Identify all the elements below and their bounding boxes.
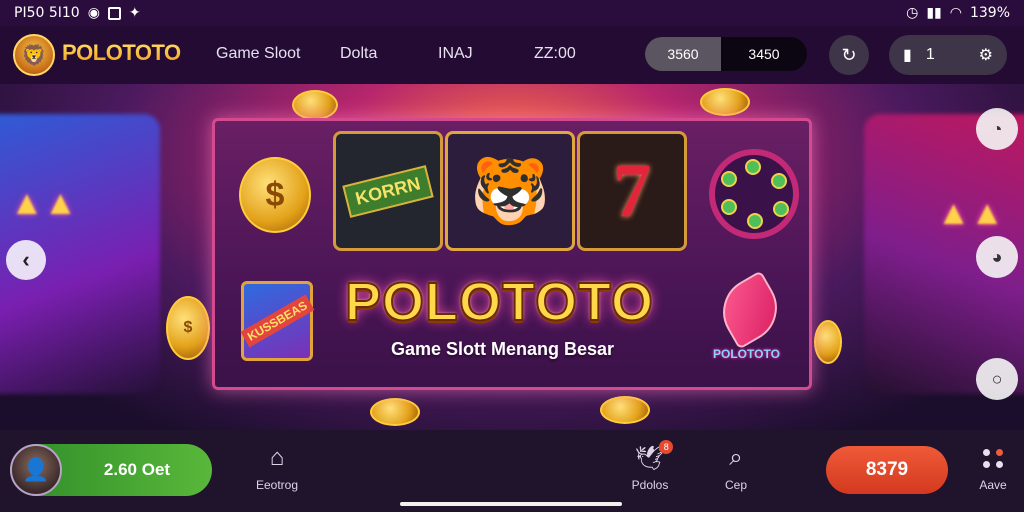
reel-slot-3: 7: [577, 131, 687, 251]
bird-icon: 🕊 8: [635, 440, 674, 472]
signal-icon: ▮▮: [926, 5, 942, 21]
chip-wheel-icon: [709, 149, 799, 239]
tab-search[interactable]: ⌕ Cep: [696, 444, 776, 492]
top-header: 🦁 POLOTOTO Game Sloot Dolta INAJ ZZ:00 3…: [0, 26, 1024, 84]
tab-label: Aave: [979, 478, 1007, 492]
wifi-icon: ◠: [949, 5, 962, 21]
tab-home[interactable]: ⌂ Eeotrog: [237, 444, 317, 492]
coin-icon: [600, 396, 650, 424]
tab-label: Cep: [724, 478, 747, 492]
reel-slot-2: 🐯: [445, 131, 575, 251]
tab-label: Eeotrog: [255, 478, 299, 492]
tab-promos[interactable]: 🕊 8 Pdolos: [610, 440, 690, 492]
search-icon: ○: [991, 368, 1003, 389]
nav-item-inaj[interactable]: INAJ: [438, 45, 473, 63]
user-balance-pill[interactable]: 👤 2.60 Oet: [10, 444, 212, 496]
user-amount: 2.60 Oet: [103, 460, 171, 479]
chat-icon: ◕: [991, 246, 1003, 267]
home-indicator[interactable]: [400, 502, 622, 506]
reel-label: KORRN: [342, 164, 434, 218]
coin-icon: [700, 88, 750, 116]
refresh-button[interactable]: ↻: [829, 35, 869, 75]
bag-icon[interactable]: ▮: [903, 45, 912, 65]
promo-banner[interactable]: $ KORRN 🐯 7 KUSSBEAS POLOTOTO Game Slott…: [212, 118, 812, 390]
search-float-button[interactable]: ○: [976, 358, 1018, 400]
screen-record-icon: [107, 6, 121, 20]
tab-more[interactable]: Aave: [953, 444, 1024, 492]
avatar[interactable]: 👤: [10, 444, 62, 496]
chevron-left-icon: ‹: [22, 247, 30, 272]
coin-icon: [370, 398, 420, 426]
balance-left: 3560: [645, 37, 721, 71]
user-icon: ◔: [991, 118, 1003, 139]
alarm-icon: ◉: [87, 5, 100, 21]
gem-icon: [710, 270, 790, 350]
reel-slot-1: KORRN: [333, 131, 443, 251]
blurred-sign-left: ▲▲: [10, 184, 78, 222]
coin-icon: [814, 320, 842, 364]
logo-mascot-icon[interactable]: 🦁: [13, 34, 55, 76]
banner-tagline: Game Slott Menang Besar: [391, 339, 615, 359]
lucky-seven-symbol: 7: [613, 148, 651, 233]
bottom-nav-bar: 👤 2.60 Oet ⌂ Eeotrog 🕊 8 Pdolos ⌕ Cep 837…: [0, 430, 1024, 512]
promo-banner-area: ▲▲ ▲▲ $ $ KORRN 🐯 7 KUSSBEAS POLOTOTO Ga…: [0, 84, 1024, 430]
blurred-sign-right: ▲▲: [936, 194, 1004, 232]
logo-text[interactable]: POLOTOTO: [62, 40, 181, 66]
account-controls[interactable]: ▮ 1 ⚙: [889, 35, 1007, 75]
banner-brand-title: POLOTOTO: [344, 271, 655, 333]
alarm-clock-icon: ◷: [906, 5, 919, 21]
notification-badge: 8: [659, 440, 674, 454]
status-text: PI50 5I10: [14, 5, 80, 21]
notification-icon: ✦: [128, 5, 141, 21]
notification-count: 1: [925, 46, 935, 63]
search-icon: ⌕: [729, 444, 743, 471]
dollar-coin-icon: $: [239, 157, 311, 233]
chat-float-button[interactable]: ◕: [976, 236, 1018, 278]
nav-item-game-slot[interactable]: Game Sloot: [216, 45, 300, 63]
shield-label: KUSSBEAS: [240, 294, 314, 348]
balance-right: 3450: [748, 46, 780, 62]
user-float-button[interactable]: ◔: [976, 108, 1018, 150]
battery-percent: 139%: [969, 5, 1010, 21]
carousel-prev-button[interactable]: ‹: [6, 240, 46, 280]
tab-label: Pdolos: [631, 478, 669, 492]
refresh-icon: ↻: [841, 44, 857, 65]
nav-item-dolta[interactable]: Dolta: [340, 45, 377, 63]
balance-display[interactable]: 3560 3450: [645, 37, 807, 71]
shield-badge-icon: KUSSBEAS: [240, 281, 314, 361]
small-brand-logo: POLOTOTO: [713, 347, 780, 361]
status-bar: PI50 5I10 ◉ ✦ ◷ ▮▮ ◠ 139%: [0, 0, 1024, 26]
coin-icon: $: [166, 296, 210, 360]
tiger-mascot-icon: 🐯: [470, 154, 550, 227]
more-dots-icon: [982, 444, 1004, 472]
deposit-cta-button[interactable]: 8379: [826, 446, 948, 494]
coin-icon: [292, 90, 338, 120]
nav-item-time[interactable]: ZZ:00: [534, 45, 576, 63]
home-icon: ⌂: [269, 444, 285, 471]
settings-gear-icon[interactable]: ⚙: [979, 45, 993, 65]
